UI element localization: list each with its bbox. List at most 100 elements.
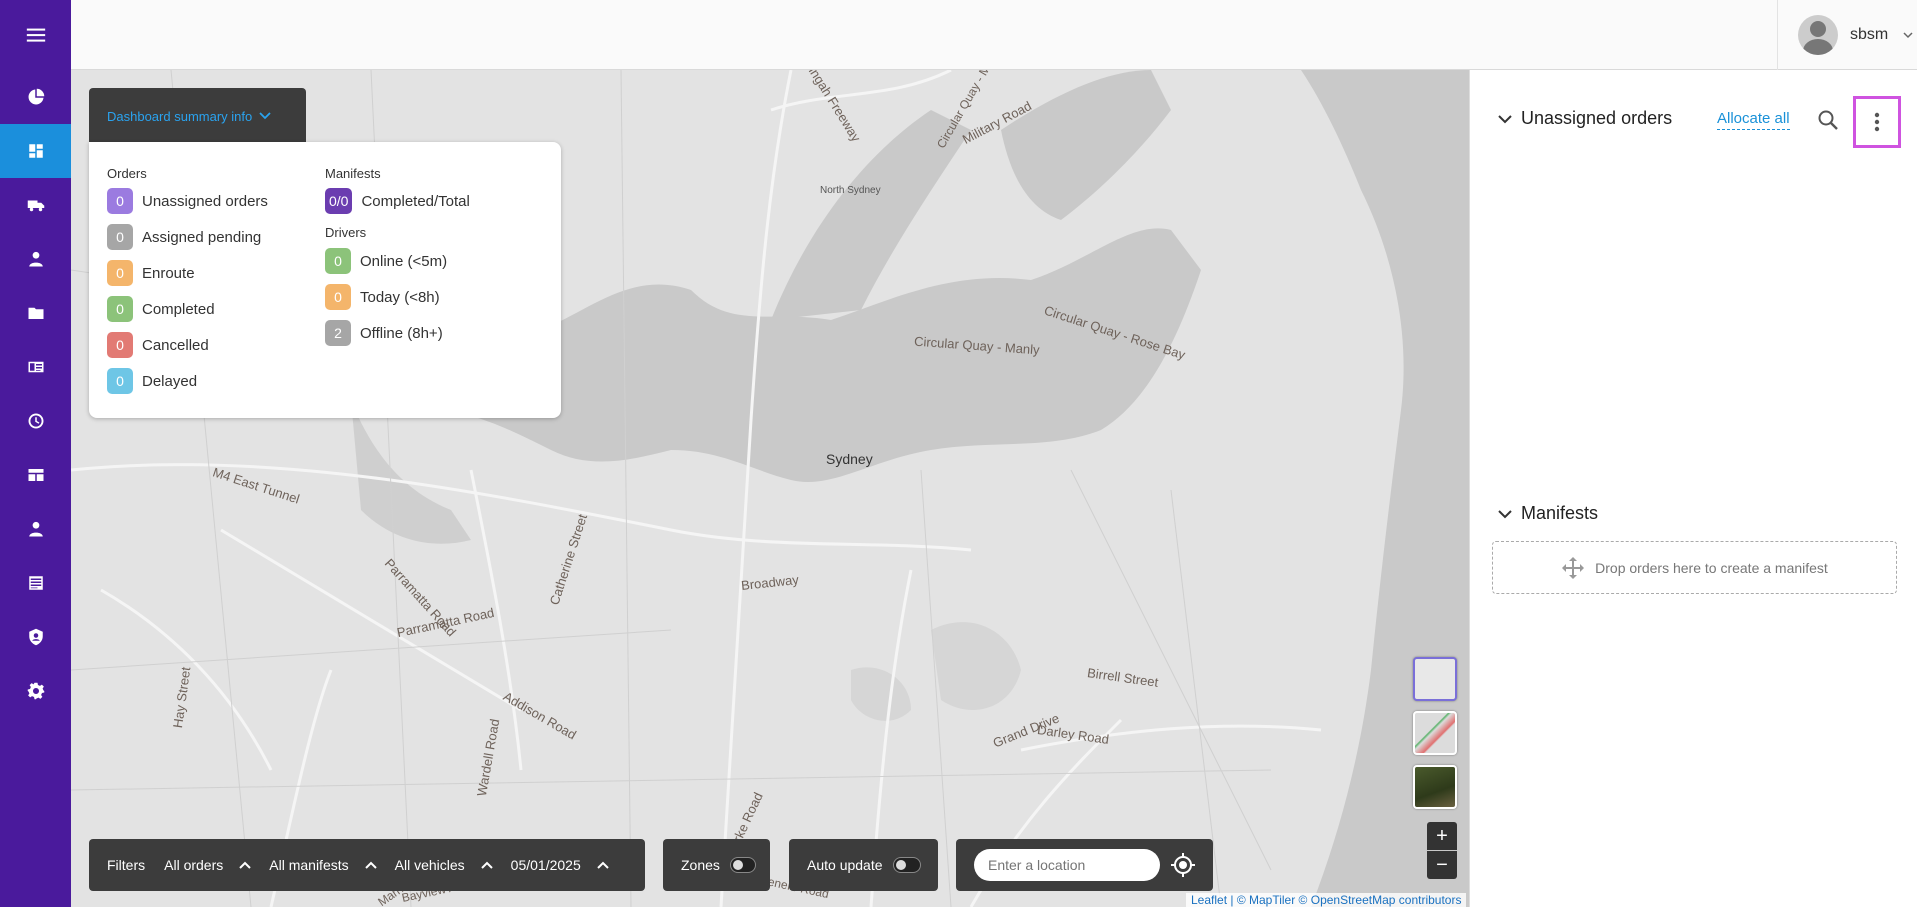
allocate-all-link[interactable]: Allocate all	[1717, 110, 1790, 130]
row-label: Unassigned orders	[142, 192, 268, 210]
row-label: Assigned pending	[142, 228, 262, 246]
user-icon[interactable]	[0, 502, 71, 556]
drivers-row: 2 Offline (8h+)	[325, 320, 443, 346]
auto-update-toggle[interactable]	[892, 857, 921, 873]
orders-filter[interactable]: All orders	[164, 857, 269, 873]
truck-icon[interactable]	[0, 178, 71, 232]
status-badge: 0	[107, 296, 133, 322]
status-badge: 2	[325, 320, 351, 346]
manifest-drop-zone[interactable]: Drop orders here to create a manifest	[1492, 541, 1897, 594]
orders-filter-value: All orders	[164, 857, 224, 873]
drivers-title: Drivers	[325, 225, 367, 240]
map-layer-light-thumb[interactable]	[1413, 657, 1457, 701]
menu-icon[interactable]	[0, 8, 71, 62]
manifests-row: 0/0 Completed/Total	[325, 188, 470, 214]
orders-row: 0 Cancelled	[107, 332, 209, 358]
auto-update-bar: Auto update	[789, 839, 938, 891]
manifests-title: Manifests	[325, 166, 381, 181]
status-badge: 0	[325, 248, 351, 274]
row-label: Today (<8h)	[360, 288, 440, 306]
chevron-down-icon	[259, 112, 271, 120]
location-input[interactable]	[974, 849, 1160, 881]
status-badge: 0	[325, 284, 351, 310]
date-filter-value: 05/01/2025	[510, 857, 581, 873]
row-label: Enroute	[142, 264, 195, 282]
dashboard-summary-title: Dashboard summary info	[107, 108, 253, 124]
clock-icon[interactable]	[0, 394, 71, 448]
map-layer-satellite-thumb[interactable]	[1413, 765, 1457, 809]
chevron-up-icon	[364, 861, 377, 869]
id-card-icon[interactable]	[0, 340, 71, 394]
filters-bar: Filters All orders All manifests All veh…	[89, 839, 645, 891]
vehicles-filter-value: All vehicles	[394, 857, 465, 873]
vehicles-filter[interactable]: All vehicles	[395, 857, 511, 873]
list-icon[interactable]	[0, 556, 71, 610]
sidebar	[0, 0, 71, 907]
folder-icon[interactable]	[0, 286, 71, 340]
orders-panel	[1469, 70, 1917, 907]
chevron-down-icon	[1903, 32, 1913, 39]
gear-icon[interactable]	[0, 664, 71, 718]
status-badge: 0	[107, 368, 133, 394]
more-options-button[interactable]	[1853, 96, 1901, 148]
manifests-title: Manifests	[1521, 503, 1599, 523]
chevron-down-icon	[1498, 509, 1512, 518]
orders-row: 0 Delayed	[107, 368, 197, 394]
status-badge: 0	[107, 188, 133, 214]
zoom-out-button[interactable]: −	[1427, 851, 1457, 879]
row-label: Completed/Total	[361, 192, 470, 210]
username: sbsm	[1850, 26, 1889, 43]
pie-chart-icon[interactable]	[0, 70, 71, 124]
dashboard-icon[interactable]	[0, 124, 71, 178]
drop-zone-text: Drop orders here to create a manifest	[1595, 559, 1828, 576]
map-attribution[interactable]: Leaflet | © MapTiler © OpenStreetMap con…	[1186, 893, 1467, 907]
locate-icon[interactable]	[1170, 852, 1196, 878]
row-label: Delayed	[142, 372, 198, 390]
kebab-menu-icon	[1874, 112, 1880, 132]
status-badge: 0	[107, 332, 133, 358]
row-label: Offline (8h+)	[360, 324, 443, 342]
auto-update-label: Auto update	[807, 857, 883, 873]
orders-row: 0 Assigned pending	[107, 224, 261, 250]
manifests-filter-value: All manifests	[269, 857, 349, 873]
drivers-row: 0 Online (<5m)	[325, 248, 447, 274]
zones-label: Zones	[681, 857, 720, 873]
orders-row: 0 Enroute	[107, 260, 195, 286]
map-label: North Sydney	[820, 185, 881, 196]
top-bar: sbsm	[71, 0, 1917, 70]
zoom-in-button[interactable]: +	[1427, 822, 1457, 850]
row-label: Completed	[142, 300, 215, 318]
filters-label: Filters	[107, 857, 146, 873]
orders-title: Orders	[107, 166, 147, 181]
status-badge: 0	[107, 224, 133, 250]
row-label: Cancelled	[142, 336, 209, 354]
chevron-up-icon	[597, 861, 609, 869]
zones-bar: Zones	[663, 839, 770, 891]
chevron-down-icon	[1498, 114, 1512, 123]
chevron-up-icon	[480, 861, 493, 869]
orders-row: 0 Unassigned orders	[107, 188, 268, 214]
shield-icon[interactable]	[0, 610, 71, 664]
status-badge: 0	[107, 260, 133, 286]
orders-row: 0 Completed	[107, 296, 215, 322]
dashboard-summary-card: Orders 0 Unassigned orders 0 Assigned pe…	[89, 142, 561, 418]
person-icon[interactable]	[0, 232, 71, 286]
location-bar	[956, 839, 1213, 891]
manifests-filter[interactable]: All manifests	[269, 857, 394, 873]
move-icon	[1562, 556, 1585, 579]
user-menu[interactable]: sbsm	[1777, 0, 1917, 70]
date-filter[interactable]: 05/01/2025	[511, 857, 627, 873]
row-label: Online (<5m)	[360, 252, 448, 270]
search-icon[interactable]	[1816, 108, 1840, 132]
drivers-row: 0 Today (<8h)	[325, 284, 440, 310]
status-badge: 0/0	[325, 188, 353, 214]
map-layer-streets-thumb[interactable]	[1413, 711, 1457, 755]
unassigned-orders-header[interactable]: Unassigned orders	[1497, 108, 1672, 129]
zones-toggle[interactable]	[729, 857, 756, 873]
map-label-city: Sydney	[826, 451, 873, 467]
dashboard-summary-toggle[interactable]: Dashboard summary info	[89, 88, 306, 144]
layout-icon[interactable]	[0, 448, 71, 502]
unassigned-orders-title: Unassigned orders	[1521, 108, 1673, 128]
avatar	[1798, 15, 1838, 55]
manifests-header[interactable]: Manifests	[1497, 503, 1598, 524]
